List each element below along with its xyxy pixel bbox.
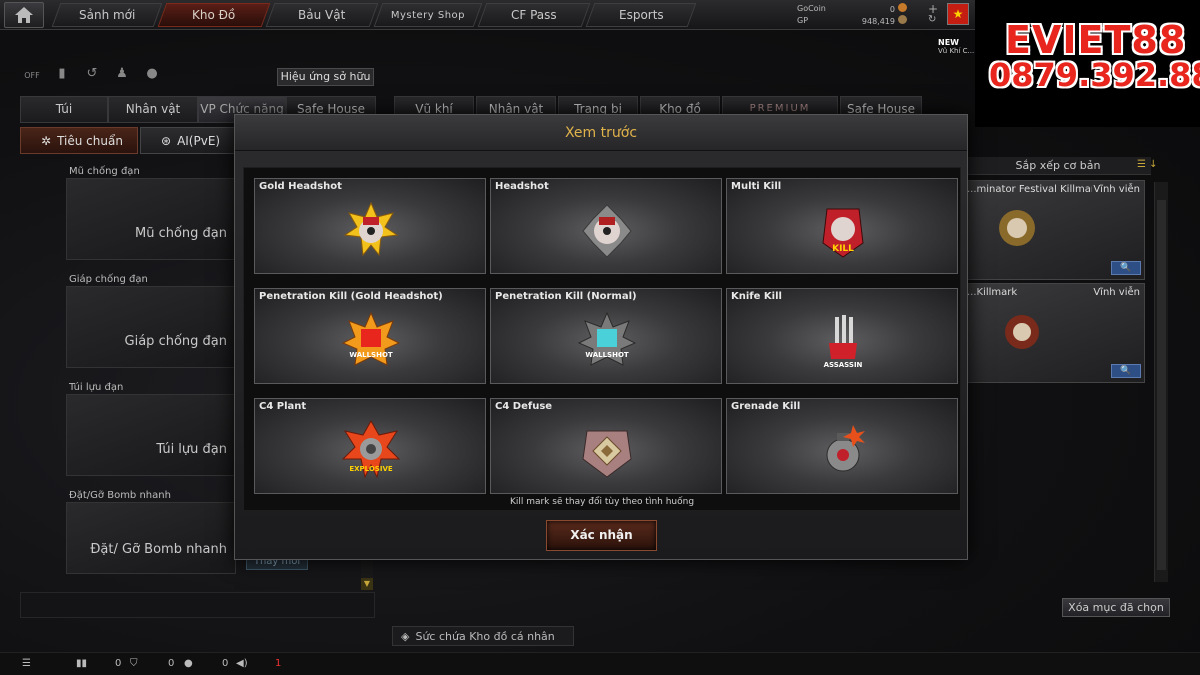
headshot-icon <box>582 204 632 258</box>
slot-label-bomb-kit: Đặt/Gỡ Bomb nhanh <box>69 490 171 501</box>
tab-bag[interactable]: Túi <box>20 96 108 123</box>
gp-label: GP <box>797 16 809 25</box>
killmark-thumbnail-icon <box>1005 315 1039 349</box>
tab-inventory[interactable]: Kho Đồ <box>157 3 271 27</box>
killmark-card-penetration-normal: Penetration Kill (Normal) WALLSHOT <box>490 288 722 384</box>
watermark: EVIET88 0879.392.888 <box>975 0 1200 127</box>
wallshot-normal-icon: WALLSHOT <box>577 311 637 366</box>
gocoin-label: GoCoin <box>797 4 826 13</box>
history-icon[interactable]: ↺ <box>82 66 102 86</box>
tab-esports[interactable]: Esports <box>585 3 697 27</box>
speaker-icon[interactable]: ◀) <box>236 658 248 669</box>
killmark-card-penetration-gold: Penetration Kill (Gold Headshot) WALLSHO… <box>254 288 486 384</box>
inventory-item[interactable]: ...Killmark Vĩnh viễn 🔍 <box>965 283 1145 383</box>
slot-label-grenade-pouch: Túi lựu đạn <box>69 382 124 393</box>
wallshot-gold-icon: WALLSHOT <box>341 311 401 366</box>
stats-icon[interactable]: ▮ <box>52 66 72 86</box>
left-footer-bar <box>20 592 375 618</box>
owned-effects-button[interactable]: Hiệu ứng sở hữu <box>277 68 374 86</box>
killmark-card-knife-kill: Knife Kill ASSASSIN <box>726 288 958 384</box>
menu-icon[interactable]: ☰ <box>22 658 31 669</box>
svg-text:WALLSHOT: WALLSHOT <box>585 351 629 359</box>
ammo-icon: ▮▮ <box>76 658 88 669</box>
chat-icon[interactable]: ● <box>184 658 193 669</box>
gold-headshot-icon <box>343 201 399 257</box>
mode-ai-pve-button[interactable]: ⊛ AI(PvE) <box>140 127 236 154</box>
scroll-down-icon[interactable]: ▼ <box>361 578 373 590</box>
stack-icon: ◈ <box>401 629 410 643</box>
svg-text:ASSASSIN: ASSASSIN <box>824 361 863 369</box>
scroll-thumb[interactable] <box>1157 200 1166 570</box>
svg-text:KILL: KILL <box>832 244 854 254</box>
killmark-card-gold-headshot: Gold Headshot <box>254 178 486 274</box>
mode-standard-button[interactable]: ✲ Tiêu chuẩn <box>20 127 138 154</box>
slot-grenade-pouch[interactable]: Túi lựu đạn <box>66 394 236 476</box>
slot-helmet[interactable]: Mũ chống đạn <box>66 178 236 260</box>
right-scrollbar[interactable] <box>1154 182 1168 582</box>
shield-icon: ⛉ <box>130 658 138 669</box>
killmark-card-c4-defuse: C4 Defuse <box>490 398 722 494</box>
toggle-off-icon[interactable]: OFF <box>22 66 42 86</box>
slot-bomb-kit[interactable]: Đặt/ Gỡ Bomb nhanh <box>66 502 236 574</box>
zoom-icon[interactable]: 🔍 <box>1111 261 1141 275</box>
modal-title: Xem trước <box>235 115 967 151</box>
slot-label-armor: Giáp chống đạn <box>69 274 148 285</box>
c4-defuse-icon <box>582 430 632 478</box>
zoom-icon[interactable]: 🔍 <box>1111 364 1141 378</box>
tab-mystery-shop[interactable]: Mystery Shop <box>373 3 483 27</box>
tab-treasure[interactable]: Bảu Vật <box>265 3 379 27</box>
top-navigation-bar: Sảnh mới Kho Đồ Bảu Vật Mystery Shop CF … <box>0 0 975 30</box>
sort-dropdown[interactable]: Sắp xếp cơ bản <box>965 157 1151 175</box>
gp-icon <box>898 15 907 24</box>
knife-kill-icon: ASSASSIN <box>824 315 863 369</box>
svg-text:EXPLOSIVE: EXPLOSIVE <box>349 465 393 473</box>
tab-lobby[interactable]: Sảnh mới <box>51 3 163 27</box>
sort-order-icon[interactable]: ☰ ↓ <box>1137 159 1158 170</box>
gocoin-value: 0 <box>889 5 895 14</box>
sun-icon: ✲ <box>41 133 52 148</box>
gocoin-icon <box>898 3 907 12</box>
killmark-note: Kill mark sẽ thay đổi tùy theo tình huốn… <box>509 497 695 507</box>
killmark-card-headshot: Headshot <box>490 178 722 274</box>
new-badge[interactable]: NEW Vũ Khí C... <box>938 38 974 55</box>
refresh-icon[interactable]: ↻ <box>928 14 936 25</box>
flag-icon[interactable]: ★ <box>947 3 969 25</box>
svg-text:WALLSHOT: WALLSHOT <box>349 351 393 359</box>
game-client-screen: Sảnh mới Kho Đồ Bảu Vật Mystery Shop CF … <box>0 0 1200 675</box>
killmark-grid: Gold Headshot Headshot Multi Kill KILL P… <box>243 167 961 511</box>
currency-panel: GoCoin 0 GP 948,419 <box>797 3 907 27</box>
slot-label-helmet: Mũ chống đạn <box>69 166 140 177</box>
confirm-button[interactable]: Xác nhận <box>546 520 657 551</box>
gp-value: 948,419 <box>861 17 895 26</box>
tab-cf-pass[interactable]: CF Pass <box>477 3 591 27</box>
grenade-kill-icon <box>826 425 865 472</box>
watermark-line2: 0879.392.888 <box>989 56 1200 94</box>
notification-count: 1 <box>275 658 282 669</box>
grenade-icon[interactable]: ● <box>142 66 162 86</box>
status-count-3: 0 <box>222 658 229 669</box>
slot-armor[interactable]: Giáp chống đạn <box>66 286 236 368</box>
killmark-card-grenade-kill: Grenade Kill <box>726 398 958 494</box>
killmark-card-multi-kill: Multi Kill KILL <box>726 178 958 274</box>
tab-character[interactable]: Nhân vật <box>108 96 198 123</box>
multi-kill-icon: KILL <box>822 208 864 258</box>
status-count-2: 0 <box>168 658 175 669</box>
status-bar: ☰ ▮▮ 0 ⛉ 0 ● 0 ◀) 1 <box>0 652 1200 675</box>
killmark-thumbnail-icon <box>999 210 1035 246</box>
c4-plant-icon: EXPLOSIVE <box>341 419 401 479</box>
left-icon-row: OFF ▮ ↺ ♟ ● <box>22 66 162 86</box>
status-count-1: 0 <box>115 658 122 669</box>
inventory-item[interactable]: ...minator Festival Killmark Vĩnh viễn 🔍 <box>965 180 1145 280</box>
ai-icon: ⊛ <box>161 133 172 148</box>
home-button[interactable] <box>4 2 44 28</box>
clear-selected-button[interactable]: Xóa mục đã chọn <box>1062 598 1170 617</box>
inventory-capacity-bar[interactable]: ◈ Sức chứa Kho đồ cá nhân <box>392 626 574 646</box>
home-icon <box>15 7 33 23</box>
killmark-card-c4-plant: C4 Plant EXPLOSIVE <box>254 398 486 494</box>
character-icon[interactable]: ♟ <box>112 66 132 86</box>
preview-modal: Xem trước Gold Headshot Headshot Multi K… <box>234 114 968 560</box>
